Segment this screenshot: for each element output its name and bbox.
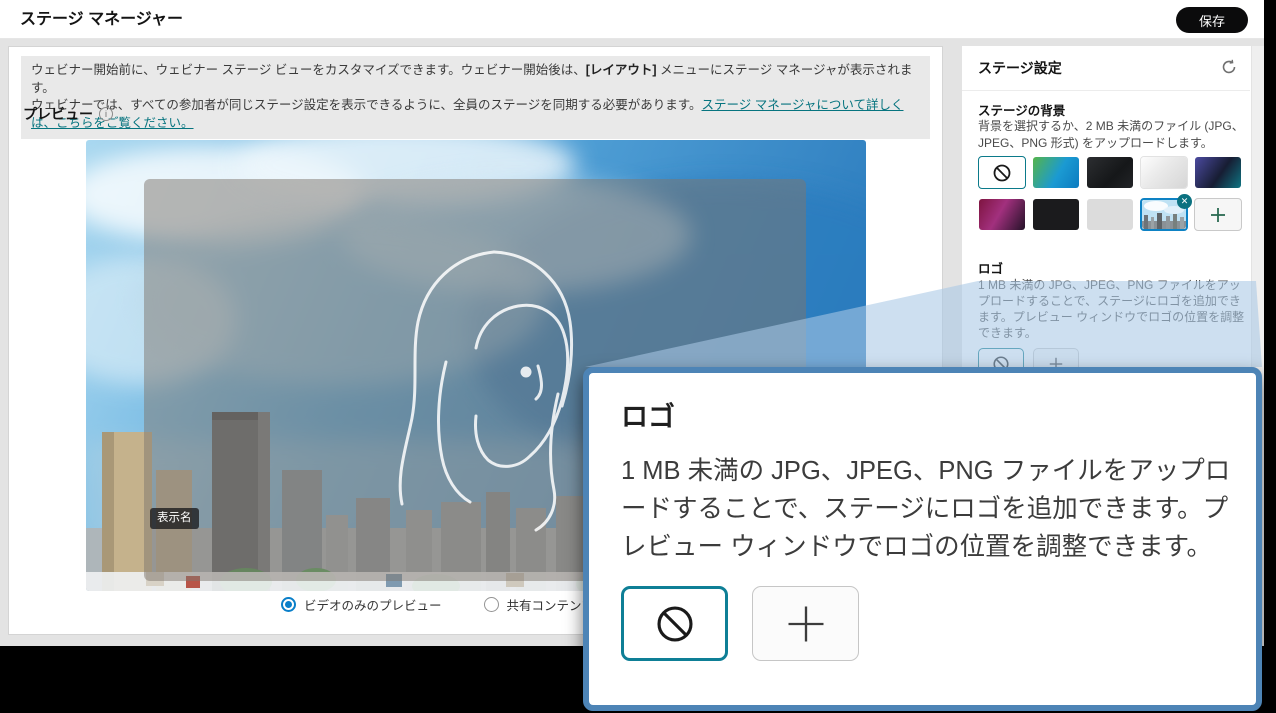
background-thumb-magenta[interactable] [978,198,1026,231]
plus-icon [785,603,827,645]
background-thumb-navy-teal[interactable] [1194,156,1242,189]
logo-heading: ロゴ [978,258,1003,277]
remove-background-icon[interactable]: ✕ [1177,194,1192,209]
popup-logo-buttons [621,586,1226,661]
logo-zoom-popup: ロゴ 1 MB 未満の JPG、JPEG、PNG ファイルをアップロードすること… [583,367,1262,711]
sidebar-title: ステージ設定 [978,58,1062,78]
background-thumb-none[interactable] [978,156,1026,189]
save-button[interactable]: 保存 [1176,7,1248,33]
radio-video-only[interactable]: ビデオのみのプレビュー [281,595,442,614]
top-bar: ステージ マネージャー 保存 [0,0,1264,39]
popup-logo-description: 1 MB 未満の JPG、JPEG、PNG ファイルをアップロードすることで、ス… [621,452,1233,566]
no-background-icon [992,163,1012,183]
banner-line2: ウェビナーでは、すべての参加者が同じステージ設定を表示できるように、全員のステー… [31,97,920,132]
background-thumb-black[interactable] [1032,198,1080,231]
logo-description: 1 MB 未満の JPG、JPEG、PNG ファイルをアップロードすることで、ス… [978,277,1246,341]
no-logo-icon [654,603,696,645]
background-thumb-upload[interactable] [1194,198,1242,231]
refresh-icon[interactable] [1220,58,1238,76]
banner-line1: ウェビナー開始前に、ウェビナー ステージ ビューをカスタマイズできます。ウェビナ… [31,62,920,97]
background-thumb-light-silver[interactable] [1140,156,1188,189]
avatar-placeholder-face-icon [376,238,606,548]
popup-logo-none-button[interactable] [621,586,728,661]
info-icon[interactable]: i [99,107,113,121]
background-description: 背景を選択するか、2 MB 未満のファイル (JPG、JPEG、PNG 形式) … [978,118,1244,151]
background-thumb-light-gray[interactable] [1086,198,1134,231]
radio-unselected-icon[interactable] [484,597,499,612]
sidebar-divider [962,90,1250,91]
radio-selected-icon[interactable] [281,597,296,612]
background-heading: ステージの背景 [978,100,1065,119]
popup-logo-heading: ロゴ [621,395,1226,434]
plus-icon [1209,206,1227,224]
popup-logo-upload-button[interactable] [752,586,859,661]
preview-heading: プレビュー i [23,104,113,124]
display-name-badge: 表示名 [150,508,199,529]
background-thumb-teal-green[interactable] [1032,156,1080,189]
background-thumb-dark-wave[interactable] [1086,156,1134,189]
info-banner: ウェビナー開始前に、ウェビナー ステージ ビューをカスタマイズできます。ウェビナ… [21,56,930,139]
page-title: ステージ マネージャー [20,0,183,39]
background-thumb-city-selected[interactable]: ✕ [1140,198,1188,231]
background-thumbnail-grid: ✕ [978,156,1244,231]
